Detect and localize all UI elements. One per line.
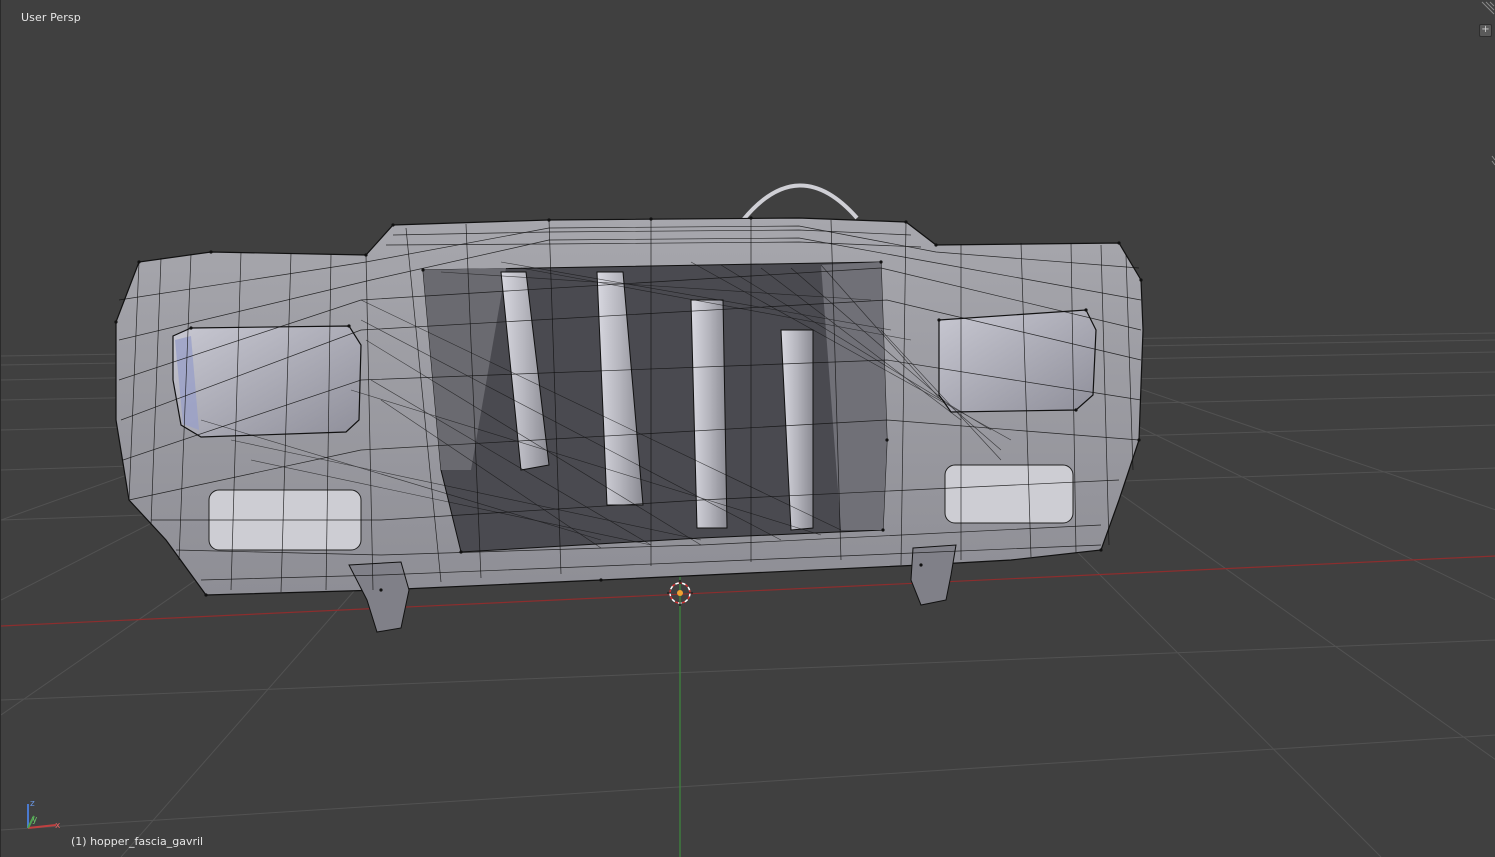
3d-cursor-icon[interactable] [667,580,693,606]
viewport-canvas[interactable]: z y x [1,0,1495,857]
gizmo-y-label: y [32,815,38,825]
fog-lamp-right [944,464,1074,524]
plus-icon[interactable]: + [1479,24,1492,37]
active-object-label: (1) hopper_fascia_gavril [71,835,204,848]
hopper-fascia-mesh[interactable] [114,183,1144,633]
3d-viewport[interactable]: z y x User Persp (1) hopper_fascia_gavri… [0,0,1495,857]
gizmo-x-label: x [55,821,61,831]
area-split-handle[interactable] [1481,1,1495,15]
view-mode-label: User Persp [21,11,81,24]
gizmo-z-label: z [30,799,35,809]
axis-gizmo: z y x [27,799,61,831]
